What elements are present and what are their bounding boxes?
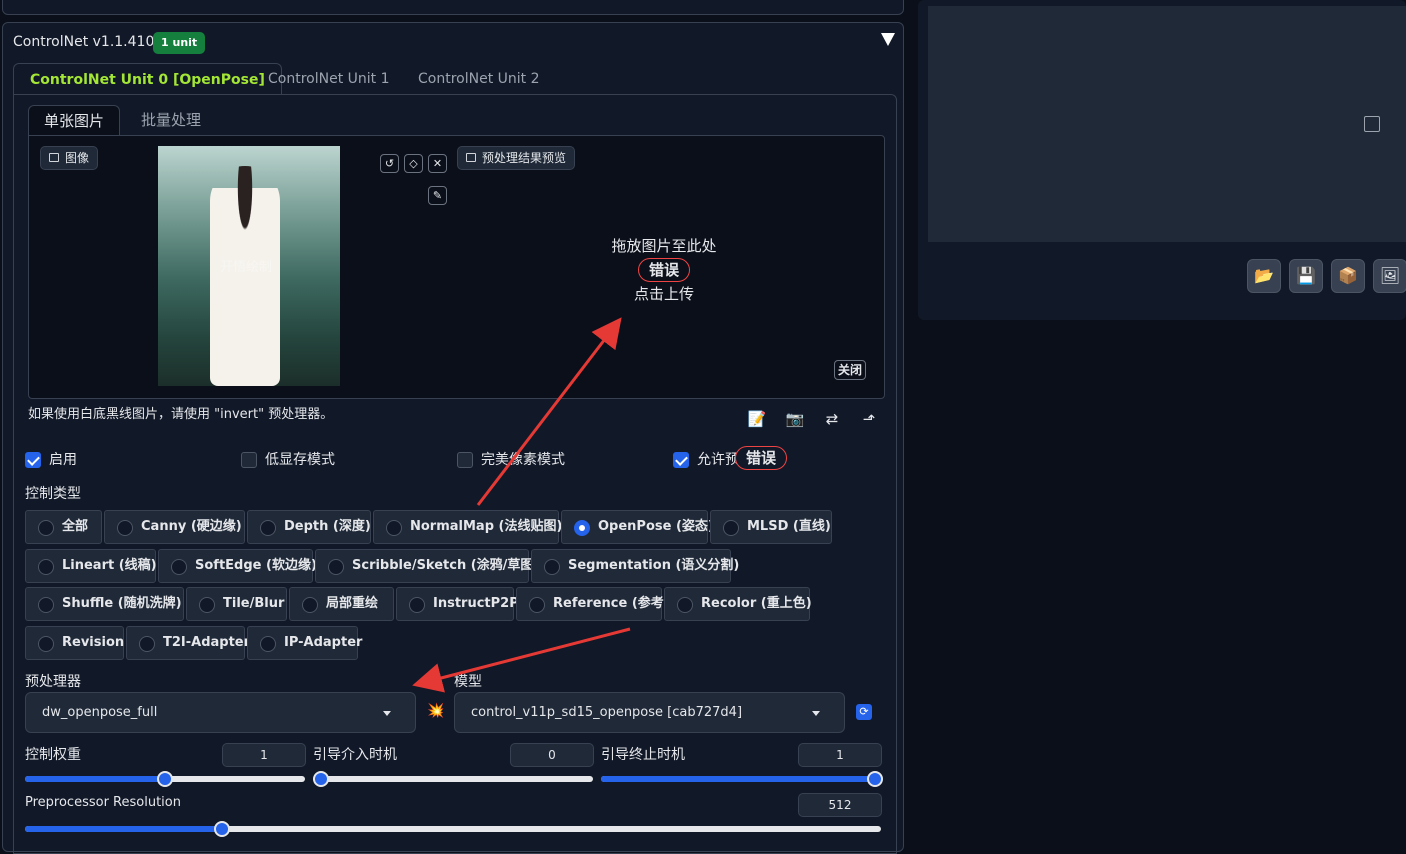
send-to-img2img-icon[interactable]: 🖼 [1373, 259, 1406, 293]
open-folder-icon[interactable]: 📂 [1247, 259, 1281, 293]
output-panel: 📂 💾 📦 🖼 [918, 0, 1406, 320]
save-icon[interactable]: 💾 [1289, 259, 1323, 293]
zip-icon[interactable]: 📦 [1331, 259, 1365, 293]
image-placeholder-icon [1364, 116, 1380, 132]
output-image-area [928, 6, 1406, 242]
arrow-to-preprocessor [412, 627, 631, 693]
arrow-to-drop-zone [476, 317, 622, 506]
